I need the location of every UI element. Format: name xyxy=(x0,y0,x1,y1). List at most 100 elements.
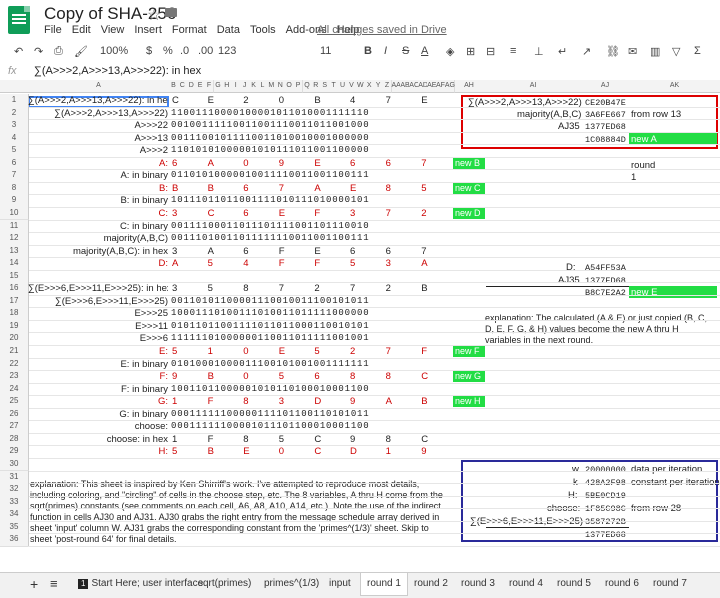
functions-icon[interactable]: Σ xyxy=(694,45,701,57)
row-label[interactable]: majority(A,B,C) xyxy=(28,233,168,244)
hex-digit[interactable]: 0 xyxy=(243,371,248,382)
tab-round-1[interactable]: round 1 xyxy=(360,573,408,596)
hex-digit[interactable]: 3 xyxy=(386,258,391,269)
hex-digit[interactable]: 2 xyxy=(386,283,391,294)
row-header[interactable]: 16 xyxy=(0,282,29,296)
row-header[interactable]: 6 xyxy=(0,156,29,171)
hex-digit[interactable]: 8 xyxy=(350,371,355,382)
hex-digit[interactable]: B xyxy=(421,396,427,407)
hex-digit[interactable]: 3 xyxy=(172,208,177,219)
hex-digit[interactable]: B xyxy=(208,371,214,382)
hex-digit[interactable]: 7 xyxy=(386,208,391,219)
hex-digit[interactable]: D xyxy=(350,446,357,457)
hex-digit[interactable]: 5 xyxy=(279,434,284,445)
col-header-a[interactable]: A xyxy=(28,80,170,93)
row-label[interactable]: C: xyxy=(28,208,169,219)
row-label[interactable]: B: xyxy=(28,183,168,194)
col-header-aj[interactable]: AJ xyxy=(581,80,630,93)
row-label[interactable]: D: xyxy=(28,258,169,269)
save-status[interactable]: All changes saved in Drive xyxy=(317,24,447,36)
hex-digit[interactable]: 6 xyxy=(386,246,391,257)
row-label[interactable]: G: in binary xyxy=(28,409,168,420)
hex-digit[interactable]: 6 xyxy=(243,246,248,257)
comment-icon[interactable]: ✉ xyxy=(628,45,637,58)
hex-digit[interactable]: 0 xyxy=(279,446,284,457)
hex-digit[interactable]: A xyxy=(421,258,427,269)
folder-icon[interactable] xyxy=(165,8,177,17)
row-header[interactable]: 24 xyxy=(0,382,29,397)
bit-row[interactable]: 00111100011011101111001101110010 xyxy=(171,221,369,231)
row-header[interactable]: 2 xyxy=(0,106,29,121)
row-label[interactable]: choose: in hex xyxy=(28,434,168,445)
hex-digit[interactable]: C xyxy=(172,95,179,106)
print-icon[interactable]: ⎙ xyxy=(54,45,63,58)
tab-input[interactable]: input xyxy=(323,573,357,595)
row-header[interactable]: 23 xyxy=(0,370,29,384)
row-header[interactable]: 21 xyxy=(0,345,29,359)
hex-digit[interactable]: E xyxy=(208,95,214,106)
more-formats-button[interactable]: 123 xyxy=(218,45,236,57)
sheets-logo-icon[interactable] xyxy=(8,6,30,34)
align-icon[interactable]: ≡ xyxy=(510,45,516,57)
row-header[interactable]: 4 xyxy=(0,131,29,146)
bit-row[interactable]: 01010001000011100101001001111111 xyxy=(171,359,369,369)
hex-digit[interactable]: 2 xyxy=(314,283,319,294)
bit-row[interactable]: 00110101100001110010011100101011 xyxy=(171,296,369,306)
hex-digit[interactable]: F xyxy=(279,246,285,257)
hex-digit[interactable]: 7 xyxy=(279,283,284,294)
row-header[interactable]: 14 xyxy=(0,257,29,271)
hex-digit[interactable]: 4 xyxy=(243,258,248,269)
row-header[interactable]: 31 xyxy=(0,470,29,485)
menu-file[interactable]: File xyxy=(44,24,62,38)
hex-digit[interactable]: 4 xyxy=(350,95,355,106)
row-label[interactable]: F: in binary xyxy=(28,384,168,395)
all-sheets-button[interactable]: ≡ xyxy=(44,573,64,595)
hex-digit[interactable]: F xyxy=(208,434,214,445)
hex-digit[interactable]: F xyxy=(314,208,320,219)
currency-button[interactable]: $ xyxy=(146,45,152,57)
row-header[interactable]: 26 xyxy=(0,407,29,422)
hex-digit[interactable]: 8 xyxy=(386,371,391,382)
row-header[interactable]: 35 xyxy=(0,520,29,535)
hex-digit[interactable]: 7 xyxy=(386,95,391,106)
hex-digit[interactable]: D xyxy=(314,396,321,407)
hex-digit[interactable]: E xyxy=(350,183,356,194)
menu-tools[interactable]: Tools xyxy=(250,24,276,38)
bit-row[interactable]: 00100111110011001110011011001000 xyxy=(171,120,369,130)
hex-digit[interactable]: 5 xyxy=(421,183,426,194)
row-label[interactable]: A>>>22 xyxy=(28,120,168,131)
row-header[interactable]: 3 xyxy=(0,119,29,133)
hex-digit[interactable]: A xyxy=(314,183,320,194)
hex-digit[interactable]: F xyxy=(279,258,285,269)
hex-digit[interactable]: E xyxy=(314,158,320,169)
row-label[interactable]: E: in binary xyxy=(28,359,168,370)
row-header[interactable]: 17 xyxy=(0,294,29,309)
row-label[interactable]: E: xyxy=(28,346,168,357)
hex-digit[interactable]: 1 xyxy=(172,434,177,445)
hex-digit[interactable]: C xyxy=(314,434,321,445)
hex-digit[interactable]: 3 xyxy=(172,283,177,294)
tab-round-5[interactable]: round 5 xyxy=(551,573,597,595)
row-label[interactable]: ∑(A>>>2,A>>>13,A>>>22): in hex xyxy=(28,95,168,106)
hex-digit[interactable]: 6 xyxy=(314,371,319,382)
row-header[interactable]: 28 xyxy=(0,432,29,447)
hex-digit[interactable]: 6 xyxy=(350,158,355,169)
hex-digit[interactable]: 9 xyxy=(421,446,426,457)
strikethrough-icon[interactable]: S xyxy=(402,45,409,57)
hex-digit[interactable]: B xyxy=(172,183,178,194)
row-header[interactable]: 11 xyxy=(0,219,29,234)
row-label[interactable]: C: in binary xyxy=(28,221,168,232)
bit-row[interactable]: 01101010000010011110011001100111 xyxy=(171,170,369,180)
borders-icon[interactable]: ⊞ xyxy=(466,45,475,58)
hex-digit[interactable]: F xyxy=(421,346,427,357)
hex-digit[interactable]: F xyxy=(208,396,214,407)
hex-digit[interactable]: 6 xyxy=(243,208,248,219)
row-label[interactable]: E>>>6 xyxy=(28,333,168,344)
bold-icon[interactable]: B xyxy=(364,45,372,57)
bit-row[interactable]: 01011011001111011011000110010101 xyxy=(171,321,369,331)
hex-digit[interactable]: A xyxy=(208,246,214,257)
paint-format-icon[interactable]: 🖌 xyxy=(74,45,88,58)
hex-digit[interactable]: 7 xyxy=(421,158,426,169)
hex-digit[interactable]: F xyxy=(314,258,320,269)
zoom-select[interactable]: 100% xyxy=(100,45,128,57)
